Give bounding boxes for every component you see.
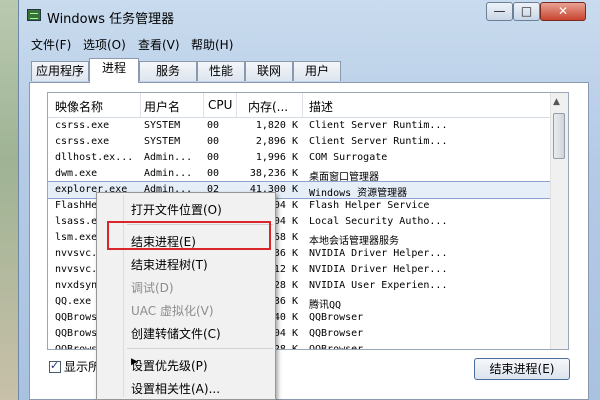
column-memory[interactable]: 内存(...	[248, 98, 288, 115]
cell-description: Flash Helper Service	[309, 200, 430, 211]
menu-item-label: 调试(D)	[131, 281, 174, 295]
submenu-arrow-icon: ▶	[131, 357, 138, 367]
cell-memory: 2,896 K	[255, 136, 298, 147]
table-row[interactable]: dwm.exe Admin... 00 38,236 K 桌面窗口管理器	[48, 166, 553, 183]
menu-item-label: 设置相关性(A)...	[131, 382, 221, 396]
ctx-create-dump-file[interactable]: 创建转储文件(C)	[97, 321, 275, 343]
ctx-set-affinity[interactable]: 设置相关性(A)...	[97, 376, 275, 398]
vertical-scrollbar[interactable]: ▲	[550, 93, 568, 349]
cell-description: Local Security Autho...	[309, 216, 448, 227]
ctx-open-file-location[interactable]: 打开文件位置(O)	[97, 197, 275, 219]
cell-description: NVIDIA User Experien...	[309, 280, 448, 291]
show-all-processes-checkbox[interactable]: 显示所	[49, 358, 100, 375]
cell-description: QQBrowser	[309, 344, 364, 350]
cell-description: Client Server Runtim...	[309, 136, 448, 147]
cell-description: QQBrowser	[309, 328, 364, 339]
tab-applications[interactable]: 应用程序	[31, 61, 89, 81]
column-description[interactable]: 描述	[309, 98, 333, 115]
table-row[interactable]: dllhost.ex... Admin... 00 1,996 K COM Surrog…	[48, 150, 553, 166]
end-process-button[interactable]: 结束进程(E)	[474, 358, 570, 380]
cell-cpu: 00	[207, 152, 220, 163]
cell-memory: 38,236 K	[249, 168, 298, 179]
cell-user-name: SYSTEM	[144, 136, 181, 147]
cell-description: NVIDIA Driver Helper...	[309, 264, 448, 275]
menu-item-label: 打开文件位置(O)	[131, 203, 222, 217]
tab-performance[interactable]: 性能	[197, 61, 245, 81]
menu-separator	[127, 348, 273, 349]
cell-user-name: Admin...	[144, 152, 193, 163]
cell-description: Windows 资源管理器	[309, 188, 408, 199]
ctx-set-priority[interactable]: 设置优先级(P) ▶	[97, 353, 275, 375]
cell-description: QQBrowser	[309, 312, 364, 323]
cell-memory: 1,820 K	[255, 120, 298, 131]
show-all-label: 显示所	[64, 360, 101, 374]
tab-users[interactable]: 用户	[293, 61, 341, 81]
cell-description: COM Surrogate	[309, 152, 388, 163]
cell-user-name: SYSTEM	[144, 120, 181, 131]
checkbox-checked-icon[interactable]	[49, 359, 61, 373]
table-row[interactable]: csrss.exe SYSTEM 00 2,896 K Client Server Ru…	[48, 134, 553, 150]
cell-description: 本地会话管理器服务	[309, 236, 399, 247]
table-row[interactable]: csrss.exe SYSTEM 00 1,820 K Client Server Ru…	[48, 118, 553, 134]
cell-cpu: 00	[207, 168, 220, 179]
cell-image-name: csrss.exe	[55, 136, 110, 147]
cell-description: Client Server Runtim...	[309, 120, 448, 131]
cell-memory: 1,996 K	[255, 152, 298, 163]
tab-processes[interactable]: 进程	[89, 58, 139, 83]
task-manager-app-icon	[27, 9, 41, 21]
scroll-thumb[interactable]	[553, 113, 565, 159]
cell-image-name: dllhost.ex...	[55, 152, 134, 163]
menu-bar: 文件(F) 选项(O) 查看(V) 帮助(H)	[19, 33, 600, 53]
cell-image-name: csrss.exe	[55, 120, 110, 131]
menu-options[interactable]: 选项(O)	[83, 36, 126, 53]
cell-cpu: 00	[207, 136, 220, 147]
ctx-debug: 调试(D)	[97, 275, 275, 297]
ctx-uac-virtualization: UAC 虚拟化(V)	[97, 298, 275, 320]
title-bar[interactable]: Windows 任务管理器 — □ ✕	[19, 0, 600, 32]
window-title: Windows 任务管理器	[47, 12, 175, 27]
minimize-button[interactable]: —	[486, 2, 513, 21]
cell-image-name: dwm.exe	[55, 168, 98, 179]
menu-item-label: 创建转储文件(C)	[131, 327, 221, 341]
column-image-name[interactable]: 映像名称	[55, 98, 103, 115]
cell-description: 桌面窗口管理器	[309, 172, 379, 183]
cell-user-name: Admin...	[144, 168, 193, 179]
column-user-name[interactable]: 用户名	[144, 98, 180, 115]
cell-description: NVIDIA Driver Helper...	[309, 248, 448, 259]
column-cpu[interactable]: CPU	[208, 98, 232, 112]
maximize-button[interactable]: □	[513, 2, 540, 21]
list-header: 映像名称 用户名 CPU 内存(... 描述	[48, 93, 568, 118]
tab-networking[interactable]: 联网	[245, 61, 293, 81]
menu-item-label: 结束进程树(T)	[131, 258, 208, 272]
menu-file[interactable]: 文件(F)	[31, 36, 71, 53]
cell-description: 腾讯QQ	[309, 300, 342, 311]
ctx-end-process-tree[interactable]: 结束进程树(T)	[97, 252, 275, 274]
scroll-up-arrow-icon[interactable]: ▲	[553, 97, 560, 107]
menu-help[interactable]: 帮助(H)	[191, 36, 233, 53]
menu-view[interactable]: 查看(V)	[138, 36, 180, 53]
cell-cpu: 00	[207, 120, 220, 131]
close-button[interactable]: ✕	[540, 2, 586, 21]
tab-services[interactable]: 服务	[139, 61, 197, 81]
highlight-box	[107, 221, 271, 250]
menu-item-label: UAC 虚拟化(V)	[131, 304, 214, 318]
